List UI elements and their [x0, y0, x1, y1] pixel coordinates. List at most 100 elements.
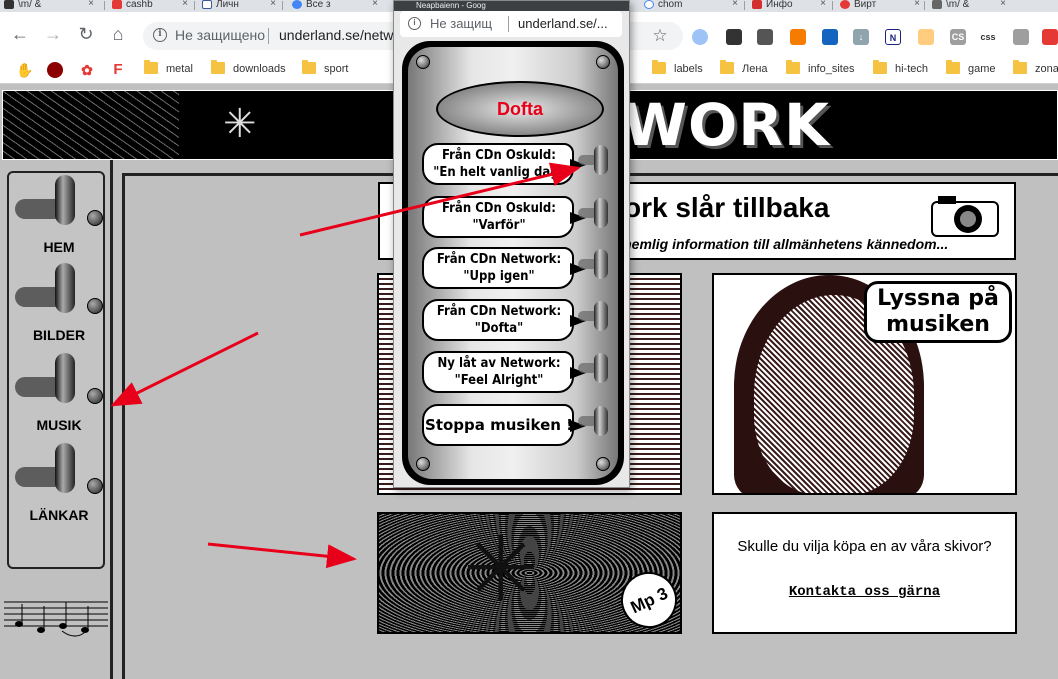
bookmark-folder[interactable]: game — [946, 60, 996, 75]
browser-tab[interactable]: \m/ & × — [928, 0, 1008, 12]
close-tab-icon[interactable]: × — [1000, 0, 1006, 9]
led-icon — [87, 478, 103, 494]
screw-icon — [596, 55, 610, 69]
nav-item-hem[interactable]: HEM — [13, 175, 103, 263]
reader-extension-icon[interactable] — [757, 29, 773, 45]
play-knob-icon[interactable] — [594, 145, 608, 175]
folder-icon — [786, 60, 800, 74]
face-extension-icon[interactable] — [918, 29, 934, 45]
folder-icon — [720, 60, 734, 74]
tab-title: Все з — [306, 0, 331, 10]
mp3-badge: Mp 3 — [611, 562, 687, 638]
led-icon — [87, 210, 103, 226]
bookmark-folder[interactable]: info_sites — [786, 60, 854, 75]
bookmark-folder[interactable]: Лена — [720, 60, 768, 75]
music-notes-icon — [4, 601, 108, 637]
banner-subtitle: ut hemlig information till allmänhetens … — [606, 236, 949, 252]
now-playing-display: Dofta — [436, 81, 604, 137]
popup-address-bar[interactable]: i Не защищ underland.se/... — [400, 11, 622, 37]
play-knob-icon[interactable] — [594, 301, 608, 331]
tab-title: Вирт — [854, 0, 877, 10]
close-tab-icon[interactable]: × — [270, 0, 276, 9]
box-extension-icon[interactable] — [726, 29, 742, 45]
bookmark-folder[interactable]: downloads — [211, 60, 286, 75]
nav-item-musik[interactable]: MUSIK — [13, 353, 103, 441]
browser-tab[interactable]: chom × — [640, 0, 740, 12]
spiderweb-image — [3, 91, 179, 159]
toggle-switch-icon — [55, 263, 75, 313]
tv-extension-icon[interactable] — [822, 29, 838, 45]
browser-tab[interactable]: \m/ & × — [0, 0, 96, 12]
info-icon[interactable]: i — [408, 17, 421, 30]
info-icon[interactable]: i — [153, 28, 167, 42]
contact-link[interactable]: Kontakta oss gärna — [714, 584, 1015, 600]
back-button[interactable]: ← — [8, 22, 32, 46]
bookmark-folder[interactable]: zona — [1013, 60, 1058, 75]
fox-extension-icon[interactable] — [790, 29, 806, 45]
screw-icon — [416, 457, 430, 471]
site-logo: WORK — [623, 91, 830, 159]
forward-button[interactable]: → — [41, 22, 65, 46]
browser-tab[interactable]: cashb × — [108, 0, 190, 12]
tab-title: \m/ & — [18, 0, 42, 10]
song-button[interactable]: Från CDn Oskuld: "En helt vanlig dag" — [422, 143, 622, 185]
nav-item-bilder[interactable]: BILDER — [13, 263, 103, 351]
browser-tab[interactable]: Все з × — [288, 0, 380, 12]
play-knob-icon[interactable] — [594, 249, 608, 279]
hand-icon[interactable]: ✋ — [16, 62, 33, 78]
bookmark-folder[interactable]: metal — [144, 60, 193, 75]
tab-favicon-icon — [932, 0, 942, 9]
f-icon[interactable]: F — [110, 62, 126, 78]
song-button[interactable]: Från CDn Oskuld: "Varför" — [422, 196, 622, 238]
song-button[interactable]: Från CDn Network: "Upp igen" — [422, 247, 622, 289]
close-tab-icon[interactable]: × — [820, 0, 826, 9]
screw-icon — [416, 55, 430, 69]
google-icon — [644, 0, 654, 9]
song-button[interactable]: Från CDn Network: "Dofta" — [422, 299, 622, 341]
nav-item-lankar[interactable]: LÄNKAR — [13, 443, 103, 531]
tab-favicon-icon — [202, 0, 212, 9]
flower-icon[interactable]: ✿ — [79, 62, 95, 78]
close-tab-icon[interactable]: × — [88, 0, 94, 9]
screw-icon — [596, 457, 610, 471]
close-tab-icon[interactable]: × — [372, 0, 378, 9]
mp3-panel[interactable]: ✳ Mp 3 — [377, 512, 687, 638]
css-extension-icon[interactable]: css — [980, 29, 996, 45]
stop-knob-icon[interactable] — [594, 406, 608, 436]
close-tab-icon[interactable]: × — [182, 0, 188, 9]
camera-icon — [931, 196, 999, 237]
cs-extension-icon[interactable]: CS — [950, 29, 966, 45]
led-icon — [87, 388, 103, 404]
folder-icon — [211, 60, 225, 74]
speech-bubble: Lyssna på musiken — [864, 281, 1012, 343]
browser-tab[interactable]: Вирт × — [836, 0, 922, 12]
browser-tab[interactable]: Инфо × — [748, 0, 828, 12]
popup-title: Neapbaienn - Goog — [394, 1, 629, 11]
browser-tab[interactable]: Личн × — [198, 0, 278, 12]
speaker-extension-icon[interactable] — [1013, 29, 1029, 45]
close-tab-icon[interactable]: × — [914, 0, 920, 9]
bookmark-folder[interactable]: sport — [302, 60, 348, 75]
comic-panel-listen[interactable]: Lyssna på musiken — [712, 273, 1017, 495]
c-extension-icon[interactable] — [1042, 29, 1058, 45]
song-button[interactable]: Ny låt av Network: "Feel Alright" — [422, 351, 622, 393]
home-button[interactable]: ⌂ — [106, 22, 130, 46]
buy-panel: Skulle du vilja köpa en av våra skivor? … — [712, 512, 1017, 634]
reload-button[interactable]: ↻ — [74, 22, 98, 46]
bookmark-folder[interactable]: labels — [652, 60, 703, 75]
bookmark-star-icon[interactable]: ☆ — [648, 24, 672, 48]
close-tab-icon[interactable]: × — [732, 0, 738, 9]
url-text[interactable]: underland.se/... — [518, 16, 608, 31]
url-text[interactable]: underland.se/netw — [279, 27, 393, 43]
download-extension-icon[interactable]: ↓ — [853, 29, 869, 45]
folder-icon — [1013, 60, 1027, 74]
cloud-extension-icon[interactable] — [692, 29, 708, 45]
n-extension-icon[interactable]: N — [885, 29, 901, 45]
play-knob-icon[interactable] — [594, 198, 608, 228]
bookmark-folder[interactable]: hi-tech — [873, 60, 928, 75]
security-label: Не защищено — [175, 27, 265, 43]
play-knob-icon[interactable] — [594, 353, 608, 383]
bookmark-favicon-icon[interactable] — [47, 62, 63, 78]
security-label: Не защищ — [430, 16, 493, 31]
stop-music-button[interactable]: Stoppa musiken ! — [422, 404, 622, 446]
